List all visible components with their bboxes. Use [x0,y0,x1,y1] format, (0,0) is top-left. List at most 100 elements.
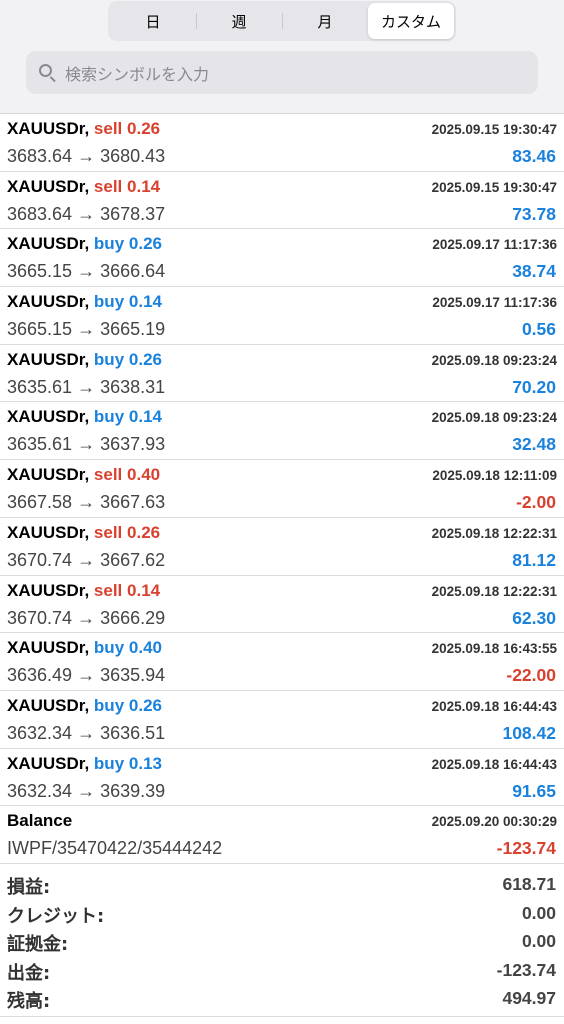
deal-list: XAUUSDr, sell 0.26 2025.09.15 19:30:47 368… [0,113,564,864]
deal-title: XAUUSDr, buy 0.14 [7,292,162,312]
close-price: 3666.29 [100,607,166,628]
period-selector: 日 週 月 カスタム [108,1,456,41]
deal-row[interactable]: XAUUSDr, sell 0.26 2025.09.18 12:22:31 367… [0,518,564,576]
deal-prices: 3665.15 → 3666.64 [7,261,165,282]
symbol-label: XAUUSDr, [7,753,90,773]
arrow-icon: → [77,319,96,340]
history-header: 日 週 月 カスタム 検索シンボルを入力 [0,0,564,113]
deal-time: 2025.09.18 09:23:24 [431,352,557,368]
arrow-icon: → [77,722,96,743]
tab-week[interactable]: 週 [196,3,282,39]
summary-value: 0.00 [521,931,556,952]
deal-side: sell [93,580,123,600]
deal-profit: -22.00 [506,665,556,686]
deal-row[interactable]: XAUUSDr, buy 0.14 2025.09.17 11:17:36 3665… [0,287,564,345]
deal-volume: 0.14 [127,176,161,196]
search-placeholder: 検索シンボルを入力 [65,64,210,84]
summary-value: 494.97 [502,988,556,1009]
deal-title: XAUUSDr, sell 0.14 [7,581,160,601]
deal-row[interactable]: XAUUSDr, sell 0.14 2025.09.15 19:30:47 368… [0,172,564,230]
deal-volume: 0.14 [127,580,161,600]
open-price: 3635.61 [7,376,73,397]
deal-side: buy [93,638,125,658]
summary-label: 出金: [7,962,51,984]
summary-credit: クレジット: 0.00 [0,899,564,928]
symbol-label: XAUUSDr, [7,176,90,196]
deal-row[interactable]: XAUUSDr, buy 0.14 2025.09.18 09:23:24 3635… [0,402,564,461]
close-price: 3678.37 [100,203,166,224]
tab-month[interactable]: 月 [282,3,368,39]
deal-title: XAUUSDr, buy 0.40 [7,638,162,658]
deal-profit: 73.78 [512,203,556,224]
summary-withdrawal: 出金: -123.74 [0,956,564,985]
deal-title: XAUUSDr, buy 0.26 [7,350,162,370]
deal-title: XAUUSDr, buy 0.26 [7,234,162,254]
summary-value: -123.74 [496,959,556,980]
symbol-label: XAUUSDr, [7,292,90,312]
deal-profit: 83.46 [512,146,556,166]
deal-profit: 81.12 [512,549,556,570]
deal-row[interactable]: XAUUSDr, buy 0.13 2025.09.18 16:44:43 3632… [0,749,564,807]
tab-day[interactable]: 日 [110,3,196,39]
close-price: 3665.19 [100,319,166,340]
balance-row[interactable]: Balance 2025.09.20 00:30:29 IWPF/35470422/… [0,806,564,864]
arrow-icon: → [77,376,96,397]
close-price: 3637.93 [100,434,166,455]
deal-time: 2025.09.18 12:11:09 [432,468,557,484]
deal-volume: 0.14 [128,292,162,312]
arrow-icon: → [77,203,96,224]
deal-side: buy [93,349,125,369]
deal-side: sell [93,176,123,196]
close-price: 3639.39 [100,780,166,801]
deal-side: buy [93,753,125,773]
deal-side: buy [93,695,125,715]
deal-side: buy [93,407,125,427]
open-price: 3665.15 [7,261,73,282]
deal-prices: 3683.64 → 3680.43 [7,146,165,167]
tab-custom[interactable]: カスタム [368,3,454,39]
deal-time: 2025.09.17 11:17:36 [432,237,557,253]
deal-row[interactable]: XAUUSDr, buy 0.40 2025.09.18 16:43:55 3636… [0,633,564,691]
search-icon [38,63,58,83]
deal-title: XAUUSDr, buy 0.14 [7,407,162,427]
deal-time: 2025.09.15 19:30:47 [431,179,557,195]
deal-volume: 0.13 [128,753,162,773]
close-price: 3667.62 [100,549,166,570]
arrow-icon: → [77,434,96,455]
deal-row[interactable]: XAUUSDr, buy 0.26 2025.09.18 09:23:24 3635… [0,345,564,403]
summary-value: 618.71 [502,874,556,894]
deal-title: XAUUSDr, buy 0.13 [7,754,162,774]
deal-profit: 62.30 [512,607,556,628]
deal-row[interactable]: XAUUSDr, sell 0.26 2025.09.15 19:30:47 368… [0,114,564,172]
symbol-label: XAUUSDr, [7,234,90,254]
deal-volume: 0.26 [128,234,162,254]
deal-row[interactable]: XAUUSDr, sell 0.40 2025.09.18 12:11:09 366… [0,460,564,518]
deal-volume: 0.40 [127,465,161,485]
open-price: 3667.58 [7,492,73,513]
summary-value: 0.00 [521,902,556,923]
symbol-label: XAUUSDr, [7,119,90,138]
deal-time: 2025.09.18 16:44:43 [431,698,557,714]
deal-profit: 32.48 [512,434,556,455]
deal-row[interactable]: XAUUSDr, sell 0.14 2025.09.18 12:22:31 367… [0,576,564,634]
close-price: 3638.31 [100,376,166,397]
deal-profit: -2.00 [516,492,556,513]
open-price: 3635.61 [7,434,73,455]
summary-profit: 損益: 618.71 [0,870,564,899]
deal-prices: 3632.34 → 3639.39 [7,781,165,802]
deal-time: 2025.09.15 19:30:47 [431,122,557,137]
deal-row[interactable]: XAUUSDr, buy 0.26 2025.09.17 11:17:36 3665… [0,229,564,288]
open-price: 3665.15 [7,319,73,340]
open-price: 3632.34 [7,722,73,743]
balance-amount: -123.74 [496,838,556,859]
deal-time: 2025.09.18 09:23:24 [431,410,557,426]
deal-time: 2025.09.18 16:43:55 [431,641,557,657]
summary-balance: 残高: 494.97 [0,984,564,1013]
close-price: 3666.64 [100,261,166,282]
deal-volume: 0.14 [128,407,162,427]
symbol-search-input[interactable]: 検索シンボルを入力 [26,51,538,94]
symbol-label: XAUUSDr, [7,465,90,485]
deal-row[interactable]: XAUUSDr, buy 0.26 2025.09.18 16:44:43 3632… [0,691,564,749]
deal-time: 2025.09.17 11:17:36 [432,295,557,311]
summary-label: 損益: [7,877,51,898]
